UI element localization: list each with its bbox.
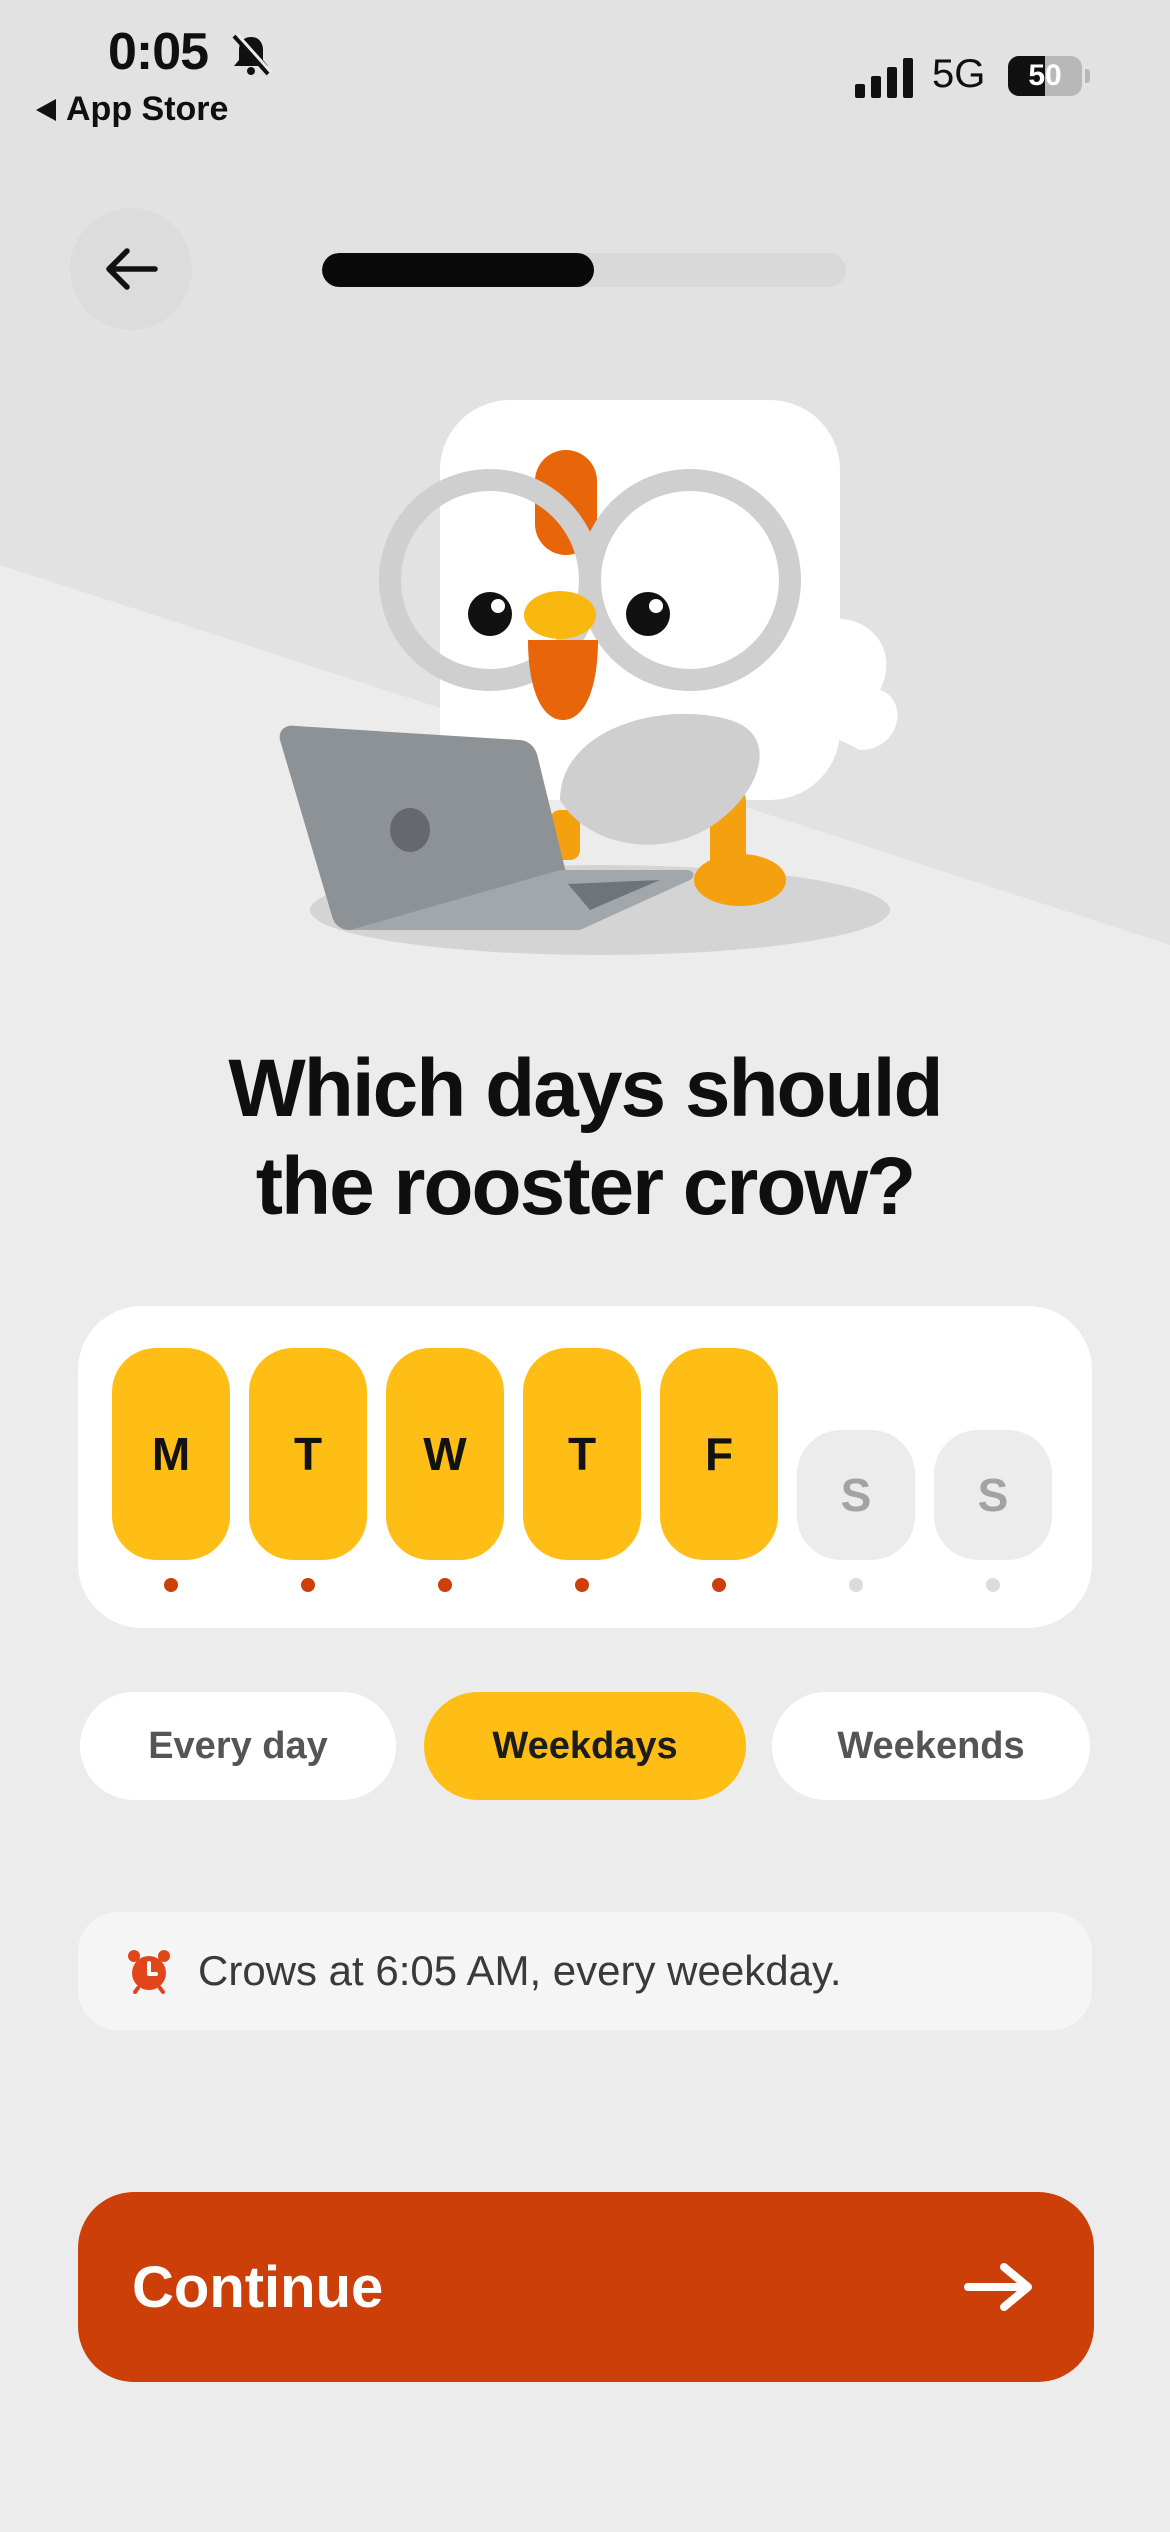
day-toggle-saturday[interactable]: S xyxy=(797,1430,915,1560)
preset-weekends-button[interactable]: Weekends xyxy=(772,1692,1090,1800)
preset-every-day-button[interactable]: Every day xyxy=(80,1692,396,1800)
continue-label: Continue xyxy=(132,2254,384,2320)
rooster-mascot-illustration xyxy=(279,400,898,955)
cellular-signal-icon xyxy=(855,58,913,98)
day-indicator-dot xyxy=(986,1578,1000,1592)
preset-every-day-label: Every day xyxy=(148,1724,328,1767)
day-indicator-dot xyxy=(438,1578,452,1592)
arrow-right-icon xyxy=(964,2263,1032,2311)
back-triangle-icon xyxy=(36,98,56,121)
day-label: W xyxy=(423,1428,467,1480)
battery-body: 50 xyxy=(1008,56,1082,96)
day-indicator-dot xyxy=(575,1578,589,1592)
day-picker-card: MTWTFSS xyxy=(78,1306,1092,1628)
progress-fill xyxy=(322,253,595,287)
continue-button[interactable]: Continue xyxy=(78,2192,1094,2382)
alarm-clock-icon xyxy=(128,1950,170,1994)
onboarding-progress-bar xyxy=(322,253,846,287)
schedule-summary: Crows at 6:05 AM, every weekday. xyxy=(78,1912,1092,2030)
day-indicator-dot xyxy=(301,1578,315,1592)
day-indicator-dot xyxy=(164,1578,178,1592)
day-label: F xyxy=(704,1428,734,1480)
day-indicator-dot xyxy=(849,1578,863,1592)
day-label: S xyxy=(840,1469,872,1521)
day-label: T xyxy=(567,1428,597,1480)
page-title-line-2: the rooster crow? xyxy=(255,1141,917,1232)
preset-weekdays-button[interactable]: Weekdays xyxy=(424,1692,746,1800)
back-button[interactable] xyxy=(70,208,192,330)
day-toggle-monday[interactable]: M xyxy=(112,1348,230,1560)
battery-level: 50 xyxy=(1028,59,1062,92)
back-to-app-label: App Store xyxy=(66,90,229,128)
back-to-app-store[interactable]: App Store xyxy=(36,90,228,129)
day-toggle-tuesday[interactable]: T xyxy=(249,1348,367,1560)
page-title: Which days should the rooster crow? xyxy=(0,1040,1170,1236)
preset-weekdays-label: Weekdays xyxy=(492,1724,678,1767)
preset-weekends-label: Weekends xyxy=(837,1724,1025,1767)
day-label: T xyxy=(293,1428,323,1480)
battery-cap xyxy=(1085,69,1090,83)
day-label: M xyxy=(151,1428,191,1480)
battery-icon: 50 xyxy=(1008,56,1090,96)
day-label: S xyxy=(977,1469,1009,1521)
schedule-summary-text: Crows at 6:05 AM, every weekday. xyxy=(198,1947,842,1994)
silent-bell-icon xyxy=(232,32,273,76)
network-type: 5G xyxy=(932,52,986,96)
onboarding-screen: 0:05 App Store 5G 50 Which days should t… xyxy=(0,0,1170,2532)
day-toggle-friday[interactable]: F xyxy=(660,1348,778,1560)
page-title-line-1: Which days should xyxy=(228,1043,943,1134)
day-toggle-wednesday[interactable]: W xyxy=(386,1348,504,1560)
arrow-left-icon xyxy=(106,248,158,290)
day-toggle-thursday[interactable]: T xyxy=(523,1348,641,1560)
status-time: 0:05 xyxy=(108,23,209,81)
day-indicator-dot xyxy=(712,1578,726,1592)
day-toggle-sunday[interactable]: S xyxy=(934,1430,1052,1560)
